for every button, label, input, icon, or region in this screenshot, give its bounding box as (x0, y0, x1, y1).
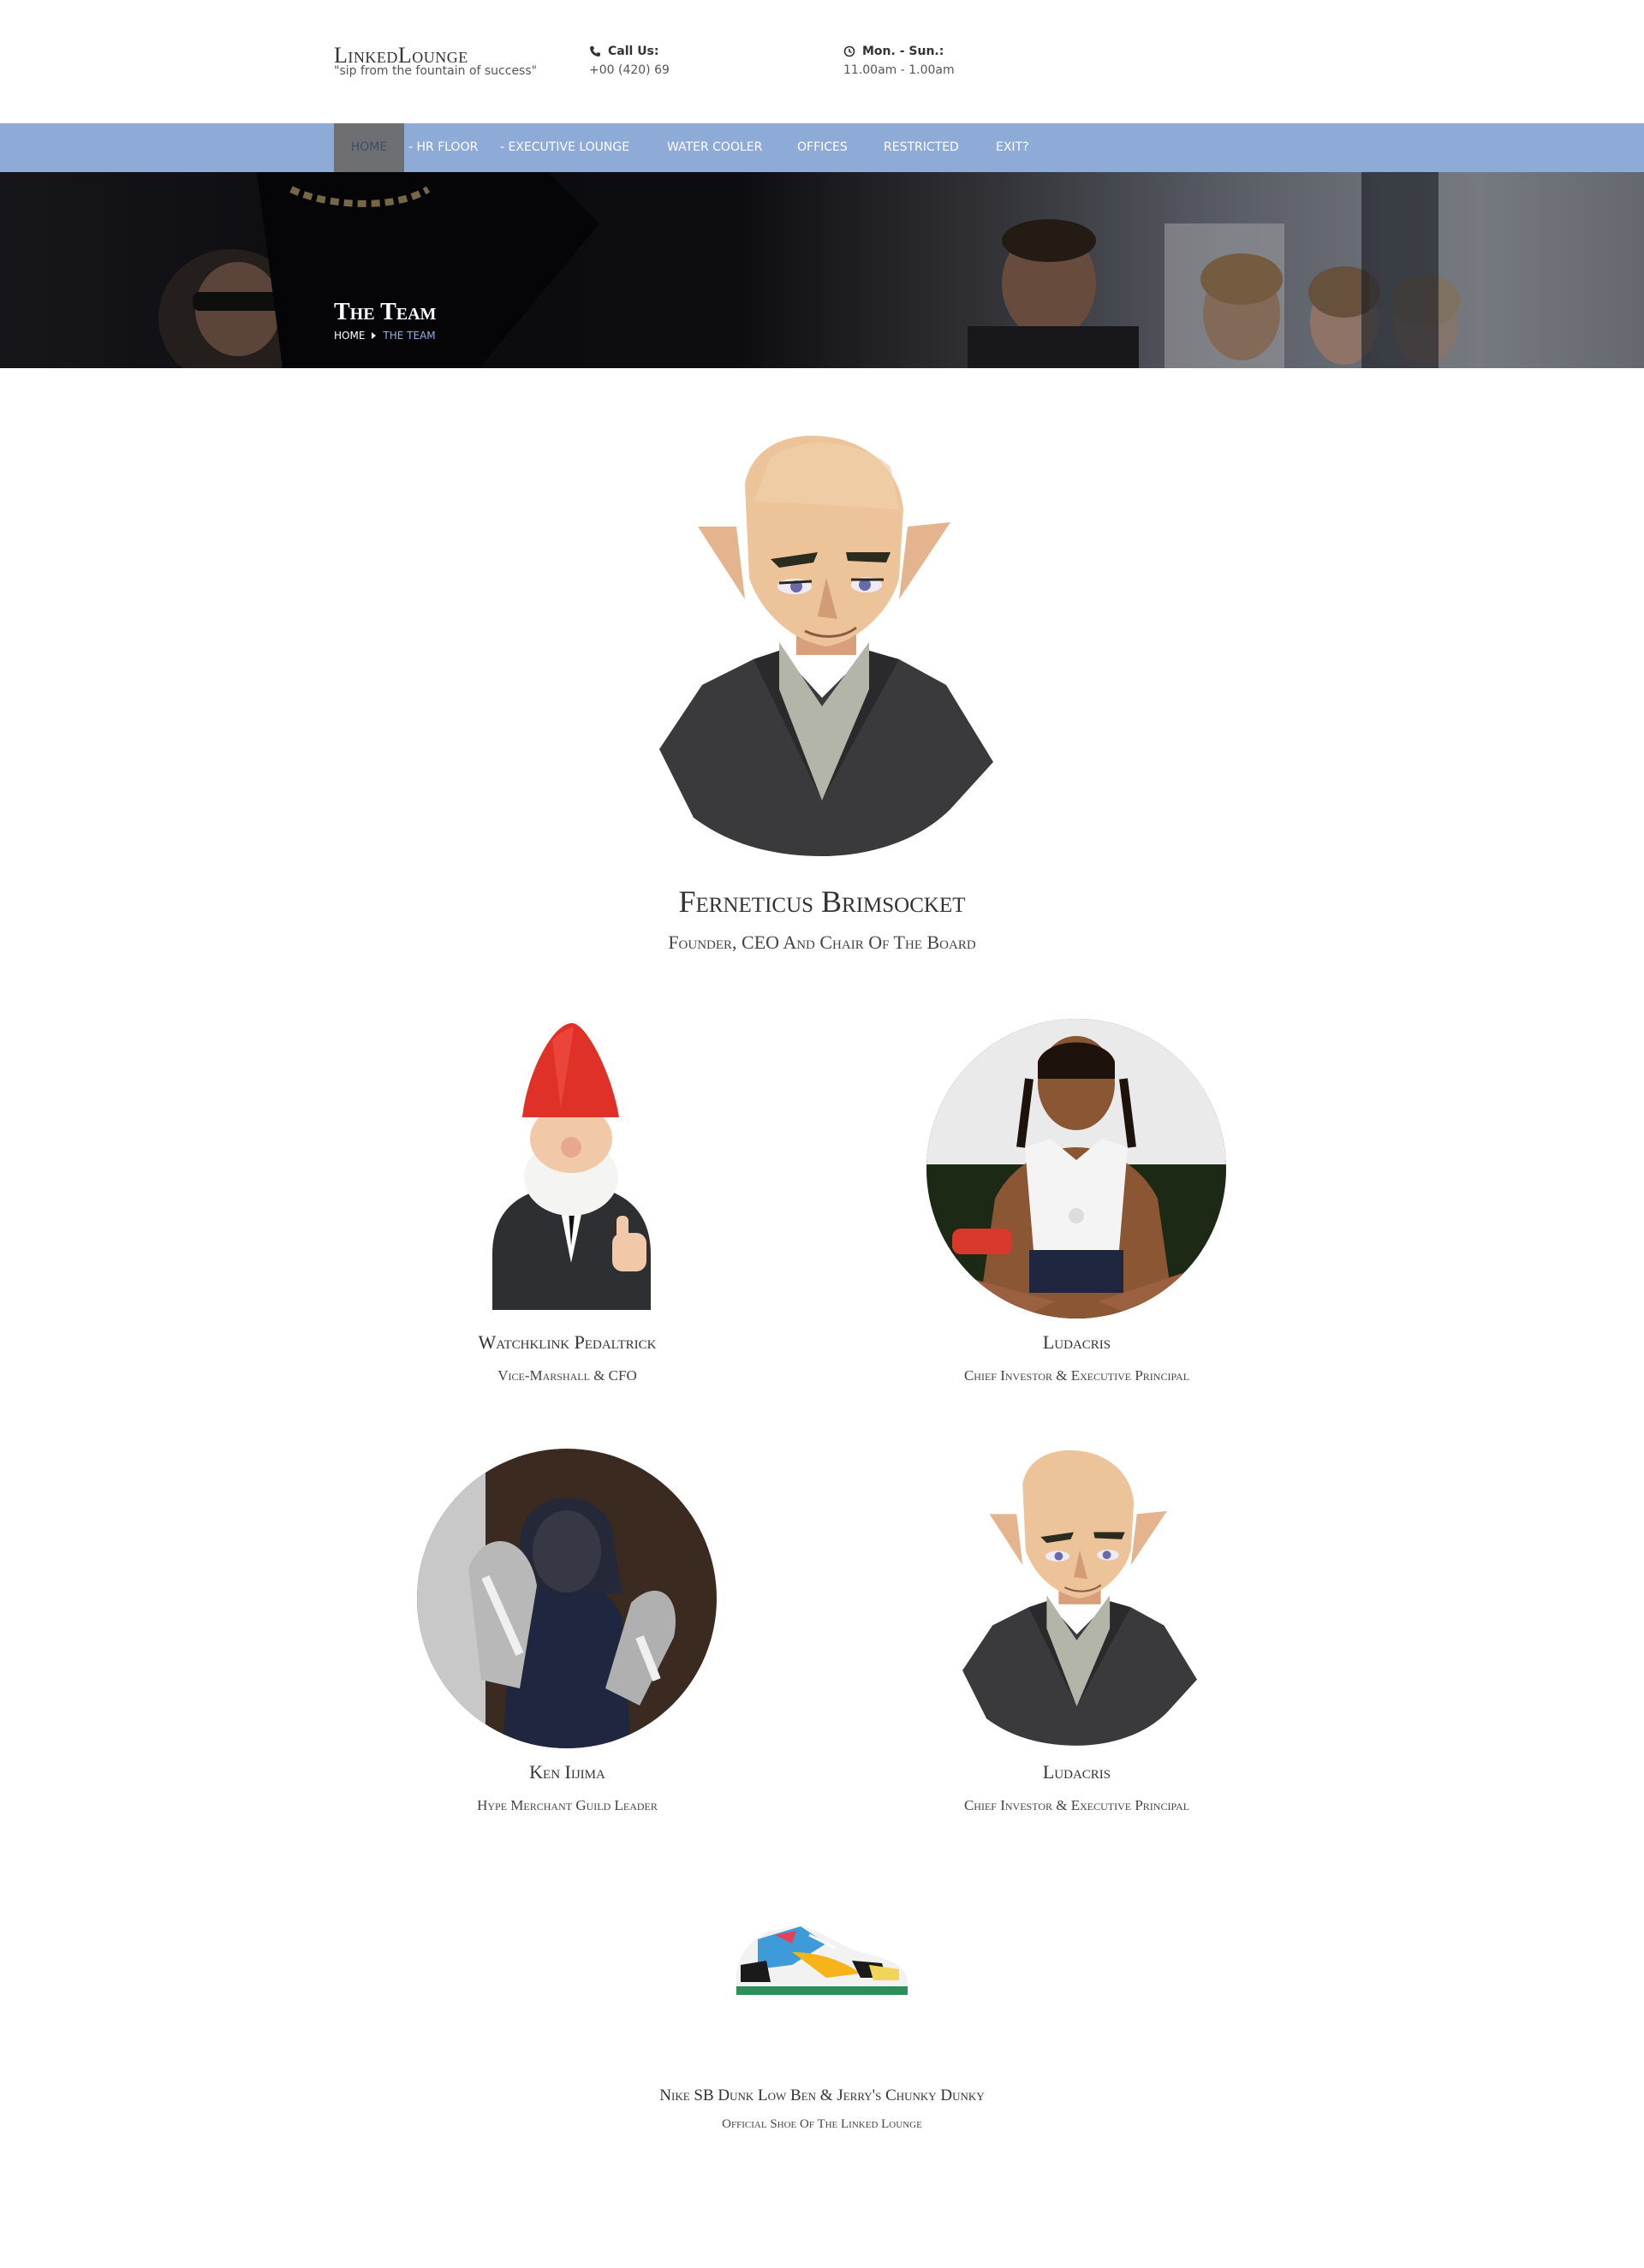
nav-restricted[interactable]: Restricted (884, 123, 959, 172)
shoe-subtitle: Official Shoe Of The Linked Lounge (722, 2117, 922, 2131)
hours-label: Mon. - Sun.: (862, 45, 944, 58)
top-header: LinkedLounge "sip from the fountain of s… (0, 0, 1644, 123)
breadcrumb-current: The Team (383, 330, 436, 342)
phone-icon (589, 45, 601, 57)
member-1: Watchklink Pedaltrick Vice-Marshall & CF… (394, 1331, 741, 1384)
member-role: Founder, CEO And Chair Of The Board (668, 932, 976, 953)
member-name: Ludacris (1042, 1761, 1111, 1783)
member-role: Hype Merchant Guild Leader (477, 1797, 658, 1813)
main-nav: Home - HR Floor - Executive Lounge Water… (0, 123, 1644, 172)
member-name: Ferneticus Brimsocket (678, 884, 966, 919)
site-tagline: "sip from the fountain of success" (334, 64, 538, 78)
member-3-portrait (417, 1449, 717, 1748)
member-role: Chief Investor & Executive Principal (963, 1367, 1190, 1384)
clock-icon (843, 45, 855, 57)
member-1-portrait (475, 1023, 659, 1319)
member-3: Ken Iijima Hype Merchant Guild Leader (394, 1761, 741, 1814)
shoe-caption: Nike SB Dunk Low Ben & Jerry's Chunky Du… (565, 2086, 1079, 2132)
contact-phone: Call Us: +00 (420) 69 (589, 45, 670, 77)
caret-right-icon (372, 332, 377, 339)
breadcrumb-home[interactable]: Home (334, 330, 365, 342)
phone-label: Call Us: (608, 45, 659, 58)
nav-home[interactable]: Home (334, 123, 404, 172)
shoe-image (732, 1914, 912, 1999)
hours-value: 11.00am - 1.00am (843, 63, 955, 77)
lead-member: Ferneticus Brimsocket Founder, CEO And C… (480, 884, 1164, 954)
banner-photo (0, 172, 1644, 368)
member-4-portrait (950, 1447, 1203, 1747)
shoe-name: Nike SB Dunk Low Ben & Jerry's Chunky Du… (659, 2086, 985, 2104)
nav-offices[interactable]: Offices (797, 123, 848, 172)
member-2: Ludacris Chief Investor & Executive Prin… (903, 1331, 1250, 1384)
page-title: The Team (334, 299, 437, 325)
page-banner: The Team Home The Team (0, 172, 1644, 368)
member-role: Chief Investor & Executive Principal (963, 1797, 1190, 1813)
breadcrumb: Home The Team (334, 330, 436, 342)
nav-water-cooler[interactable]: Water Cooler (667, 123, 762, 172)
nav-hr-floor[interactable]: - HR Floor (408, 123, 478, 172)
lead-portrait (642, 432, 1002, 856)
nav-exit[interactable]: Exit? (996, 123, 1029, 172)
member-4: Ludacris Chief Investor & Executive Prin… (903, 1761, 1250, 1814)
phone-number[interactable]: +00 (420) 69 (589, 63, 670, 77)
member-2-portrait (926, 1019, 1226, 1319)
member-name: Watchklink Pedaltrick (478, 1331, 657, 1353)
member-name: Ludacris (1042, 1331, 1111, 1353)
member-role: Vice-Marshall & CFO (497, 1367, 637, 1384)
contact-hours: Mon. - Sun.: 11.00am - 1.00am (843, 45, 955, 77)
member-name: Ken Iijima (529, 1761, 605, 1783)
nav-executive-lounge[interactable]: - Executive Lounge (500, 123, 629, 172)
